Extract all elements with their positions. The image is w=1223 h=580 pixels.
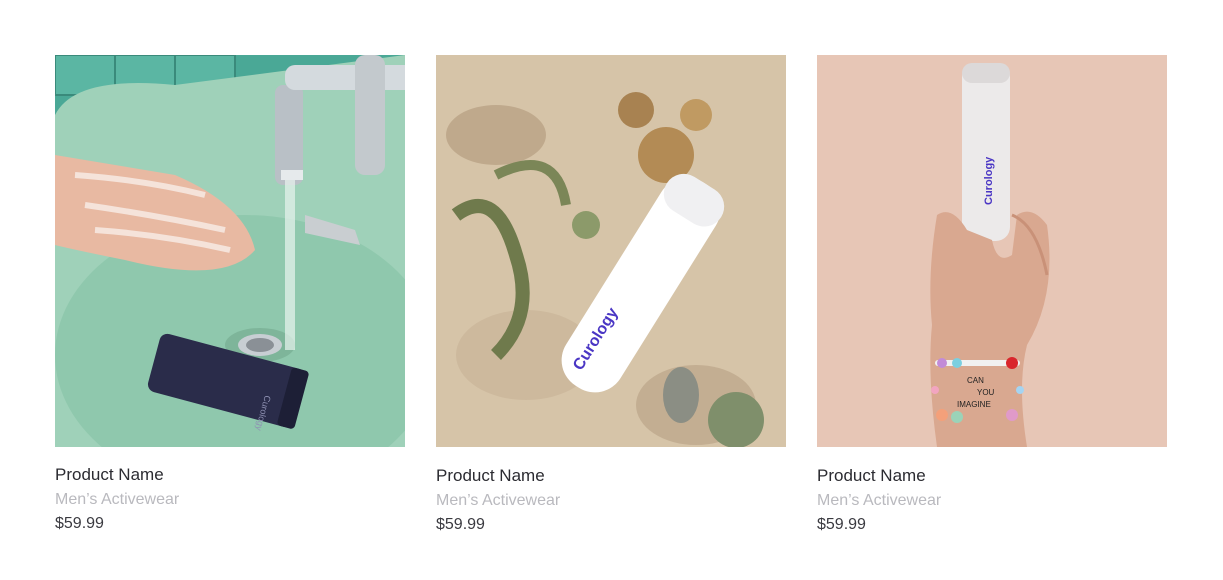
product-card[interactable]: Curology CAN YOU IMAGINE Product Name Me… — [817, 55, 1167, 535]
bracelet-word-2: YOU — [977, 388, 995, 397]
product-card[interactable]: Curology Product Name Men’s Activewear $… — [436, 55, 786, 535]
bracelet-word-3: IMAGINE — [957, 400, 991, 409]
product-price: $59.99 — [436, 516, 485, 533]
product-name[interactable]: Product Name — [55, 465, 405, 485]
product-category: Men’s Activewear — [817, 492, 942, 509]
cleanser-tube-in-sink-photo: Curology — [55, 55, 405, 447]
bracelet-word-1: CAN — [967, 376, 984, 385]
product-category: Men’s Activewear — [55, 491, 180, 508]
hand-holding-bottle-photo: Curology CAN YOU IMAGINE — [817, 55, 1167, 447]
product-name[interactable]: Product Name — [436, 466, 786, 486]
product-image[interactable]: Curology — [55, 55, 405, 447]
product-price: $59.99 — [55, 515, 104, 532]
bottle-on-desert-sand-photo: Curology — [436, 55, 786, 447]
product-category: Men’s Activewear — [436, 492, 561, 509]
product-price: $59.99 — [817, 516, 866, 533]
product-image[interactable]: Curology CAN YOU IMAGINE — [817, 55, 1167, 447]
product-card[interactable]: Curology Product Name Men’s Activewear $… — [55, 55, 405, 534]
bottle-label-text: Curology — [983, 156, 995, 205]
product-image[interactable]: Curology — [436, 55, 786, 447]
product-name[interactable]: Product Name — [817, 466, 1167, 486]
